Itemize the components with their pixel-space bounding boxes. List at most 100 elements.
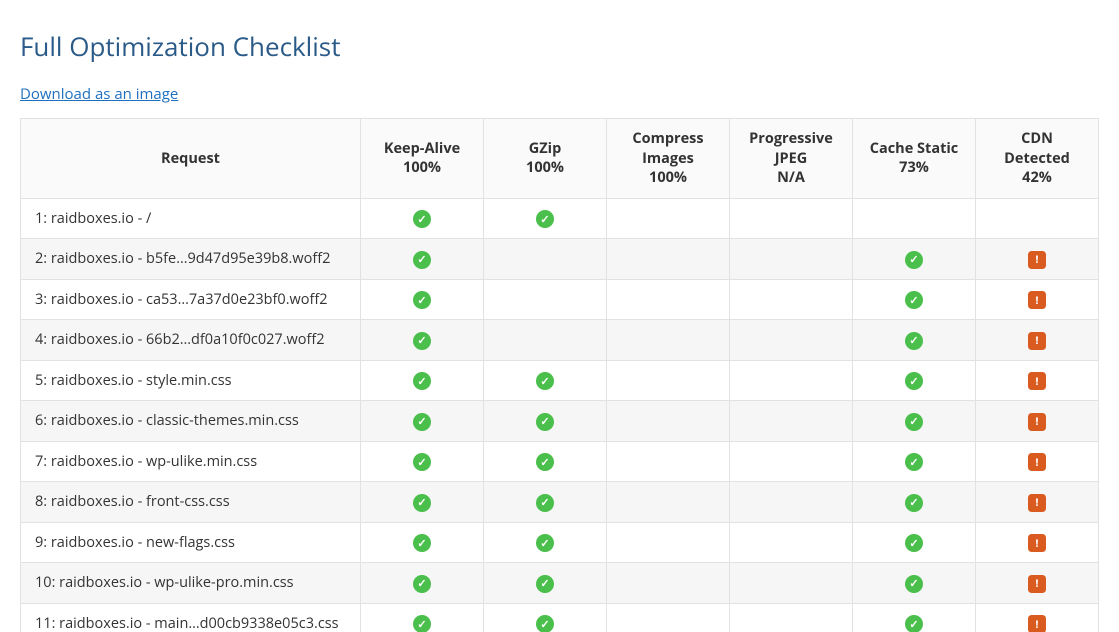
gzip-cell: ✓ xyxy=(484,360,607,401)
table-row: 2: raidboxes.io - b5fe…9d47d95e39b8.woff… xyxy=(21,239,1099,280)
cache-cell: ✓ xyxy=(853,360,976,401)
header-label: Compress Images xyxy=(632,129,703,168)
warning-icon: ! xyxy=(1028,534,1046,552)
header-value: 42% xyxy=(990,168,1084,188)
progjpeg-cell xyxy=(730,360,853,401)
header-request: Request xyxy=(21,119,361,199)
gzip-cell: ✓ xyxy=(484,522,607,563)
cdn-cell: ! xyxy=(976,522,1099,563)
warning-icon: ! xyxy=(1028,251,1046,269)
gzip-cell: ✓ xyxy=(484,441,607,482)
check-icon: ✓ xyxy=(905,534,923,552)
progjpeg-cell xyxy=(730,239,853,280)
cache-cell xyxy=(853,198,976,239)
keepalive-cell: ✓ xyxy=(361,603,484,632)
cache-cell: ✓ xyxy=(853,563,976,604)
keepalive-cell: ✓ xyxy=(361,563,484,604)
keepalive-cell: ✓ xyxy=(361,441,484,482)
table-row: 8: raidboxes.io - front-css.css✓✓✓! xyxy=(21,482,1099,523)
check-icon: ✓ xyxy=(413,575,431,593)
cdn-cell: ! xyxy=(976,563,1099,604)
header-cache: Cache Static 73% xyxy=(853,119,976,199)
gzip-cell: ✓ xyxy=(484,603,607,632)
table-row: 1: raidboxes.io - /✓✓ xyxy=(21,198,1099,239)
table-row: 3: raidboxes.io - ca53…7a37d0e23bf0.woff… xyxy=(21,279,1099,320)
check-icon: ✓ xyxy=(905,453,923,471)
table-row: 11: raidboxes.io - main…d00cb9338e05c3.c… xyxy=(21,603,1099,632)
cache-cell: ✓ xyxy=(853,320,976,361)
request-cell: 7: raidboxes.io - wp-ulike.min.css xyxy=(21,441,361,482)
check-icon: ✓ xyxy=(536,575,554,593)
cdn-cell: ! xyxy=(976,239,1099,280)
cache-cell: ✓ xyxy=(853,603,976,632)
check-icon: ✓ xyxy=(413,494,431,512)
gzip-cell xyxy=(484,320,607,361)
header-label: GZip xyxy=(529,139,562,158)
cache-cell: ✓ xyxy=(853,279,976,320)
check-icon: ✓ xyxy=(905,413,923,431)
keepalive-cell: ✓ xyxy=(361,198,484,239)
check-icon: ✓ xyxy=(536,210,554,228)
check-icon: ✓ xyxy=(536,534,554,552)
request-cell: 9: raidboxes.io - new-flags.css xyxy=(21,522,361,563)
check-icon: ✓ xyxy=(413,251,431,269)
header-cdn: CDN Detected 42% xyxy=(976,119,1099,199)
gzip-cell: ✓ xyxy=(484,198,607,239)
keepalive-cell: ✓ xyxy=(361,482,484,523)
check-icon: ✓ xyxy=(536,372,554,390)
check-icon: ✓ xyxy=(536,453,554,471)
download-image-link[interactable]: Download as an image xyxy=(20,84,178,104)
check-icon: ✓ xyxy=(413,453,431,471)
progjpeg-cell xyxy=(730,482,853,523)
cdn-cell: ! xyxy=(976,401,1099,442)
check-icon: ✓ xyxy=(413,332,431,350)
compress-cell xyxy=(607,320,730,361)
request-cell: 3: raidboxes.io - ca53…7a37d0e23bf0.woff… xyxy=(21,279,361,320)
progjpeg-cell xyxy=(730,401,853,442)
header-value: 100% xyxy=(375,158,469,178)
request-cell: 6: raidboxes.io - classic-themes.min.css xyxy=(21,401,361,442)
request-cell: 11: raidboxes.io - main…d00cb9338e05c3.c… xyxy=(21,603,361,632)
check-icon: ✓ xyxy=(536,615,554,632)
table-row: 9: raidboxes.io - new-flags.css ✓ ✓ ✓! xyxy=(21,522,1099,563)
check-icon: ✓ xyxy=(413,413,431,431)
table-row: 6: raidboxes.io - classic-themes.min.css… xyxy=(21,401,1099,442)
warning-icon: ! xyxy=(1028,494,1046,512)
warning-icon: ! xyxy=(1028,453,1046,471)
compress-cell xyxy=(607,239,730,280)
check-icon: ✓ xyxy=(413,534,431,552)
table-row: 4: raidboxes.io - 66b2…df0a10f0c027.woff… xyxy=(21,320,1099,361)
keepalive-cell: ✓ xyxy=(361,522,484,563)
check-icon: ✓ xyxy=(905,372,923,390)
check-icon: ✓ xyxy=(413,291,431,309)
header-label: Cache Static xyxy=(870,139,959,158)
compress-cell xyxy=(607,603,730,632)
keepalive-cell: ✓ xyxy=(361,239,484,280)
cache-cell: ✓ xyxy=(853,522,976,563)
warning-icon: ! xyxy=(1028,575,1046,593)
table-header-row: Request Keep-Alive 100% GZip 100% Compre… xyxy=(21,119,1099,199)
request-cell: 1: raidboxes.io - / xyxy=(21,198,361,239)
header-compress: Compress Images 100% xyxy=(607,119,730,199)
gzip-cell: ✓ xyxy=(484,482,607,523)
check-icon: ✓ xyxy=(413,615,431,632)
keepalive-cell: ✓ xyxy=(361,320,484,361)
warning-icon: ! xyxy=(1028,615,1046,632)
header-gzip: GZip 100% xyxy=(484,119,607,199)
header-keepalive: Keep-Alive 100% xyxy=(361,119,484,199)
progjpeg-cell xyxy=(730,603,853,632)
gzip-cell xyxy=(484,279,607,320)
cdn-cell xyxy=(976,198,1099,239)
compress-cell xyxy=(607,360,730,401)
warning-icon: ! xyxy=(1028,372,1046,390)
request-cell: 10: raidboxes.io - wp-ulike-pro.min.css xyxy=(21,563,361,604)
gzip-cell xyxy=(484,239,607,280)
check-icon: ✓ xyxy=(413,372,431,390)
request-cell: 8: raidboxes.io - front-css.css xyxy=(21,482,361,523)
cdn-cell: ! xyxy=(976,360,1099,401)
table-row: 10: raidboxes.io - wp-ulike-pro.min.css ✓… xyxy=(21,563,1099,604)
compress-cell xyxy=(607,522,730,563)
compress-cell xyxy=(607,482,730,523)
header-value: 73% xyxy=(867,158,961,178)
cache-cell: ✓ xyxy=(853,239,976,280)
